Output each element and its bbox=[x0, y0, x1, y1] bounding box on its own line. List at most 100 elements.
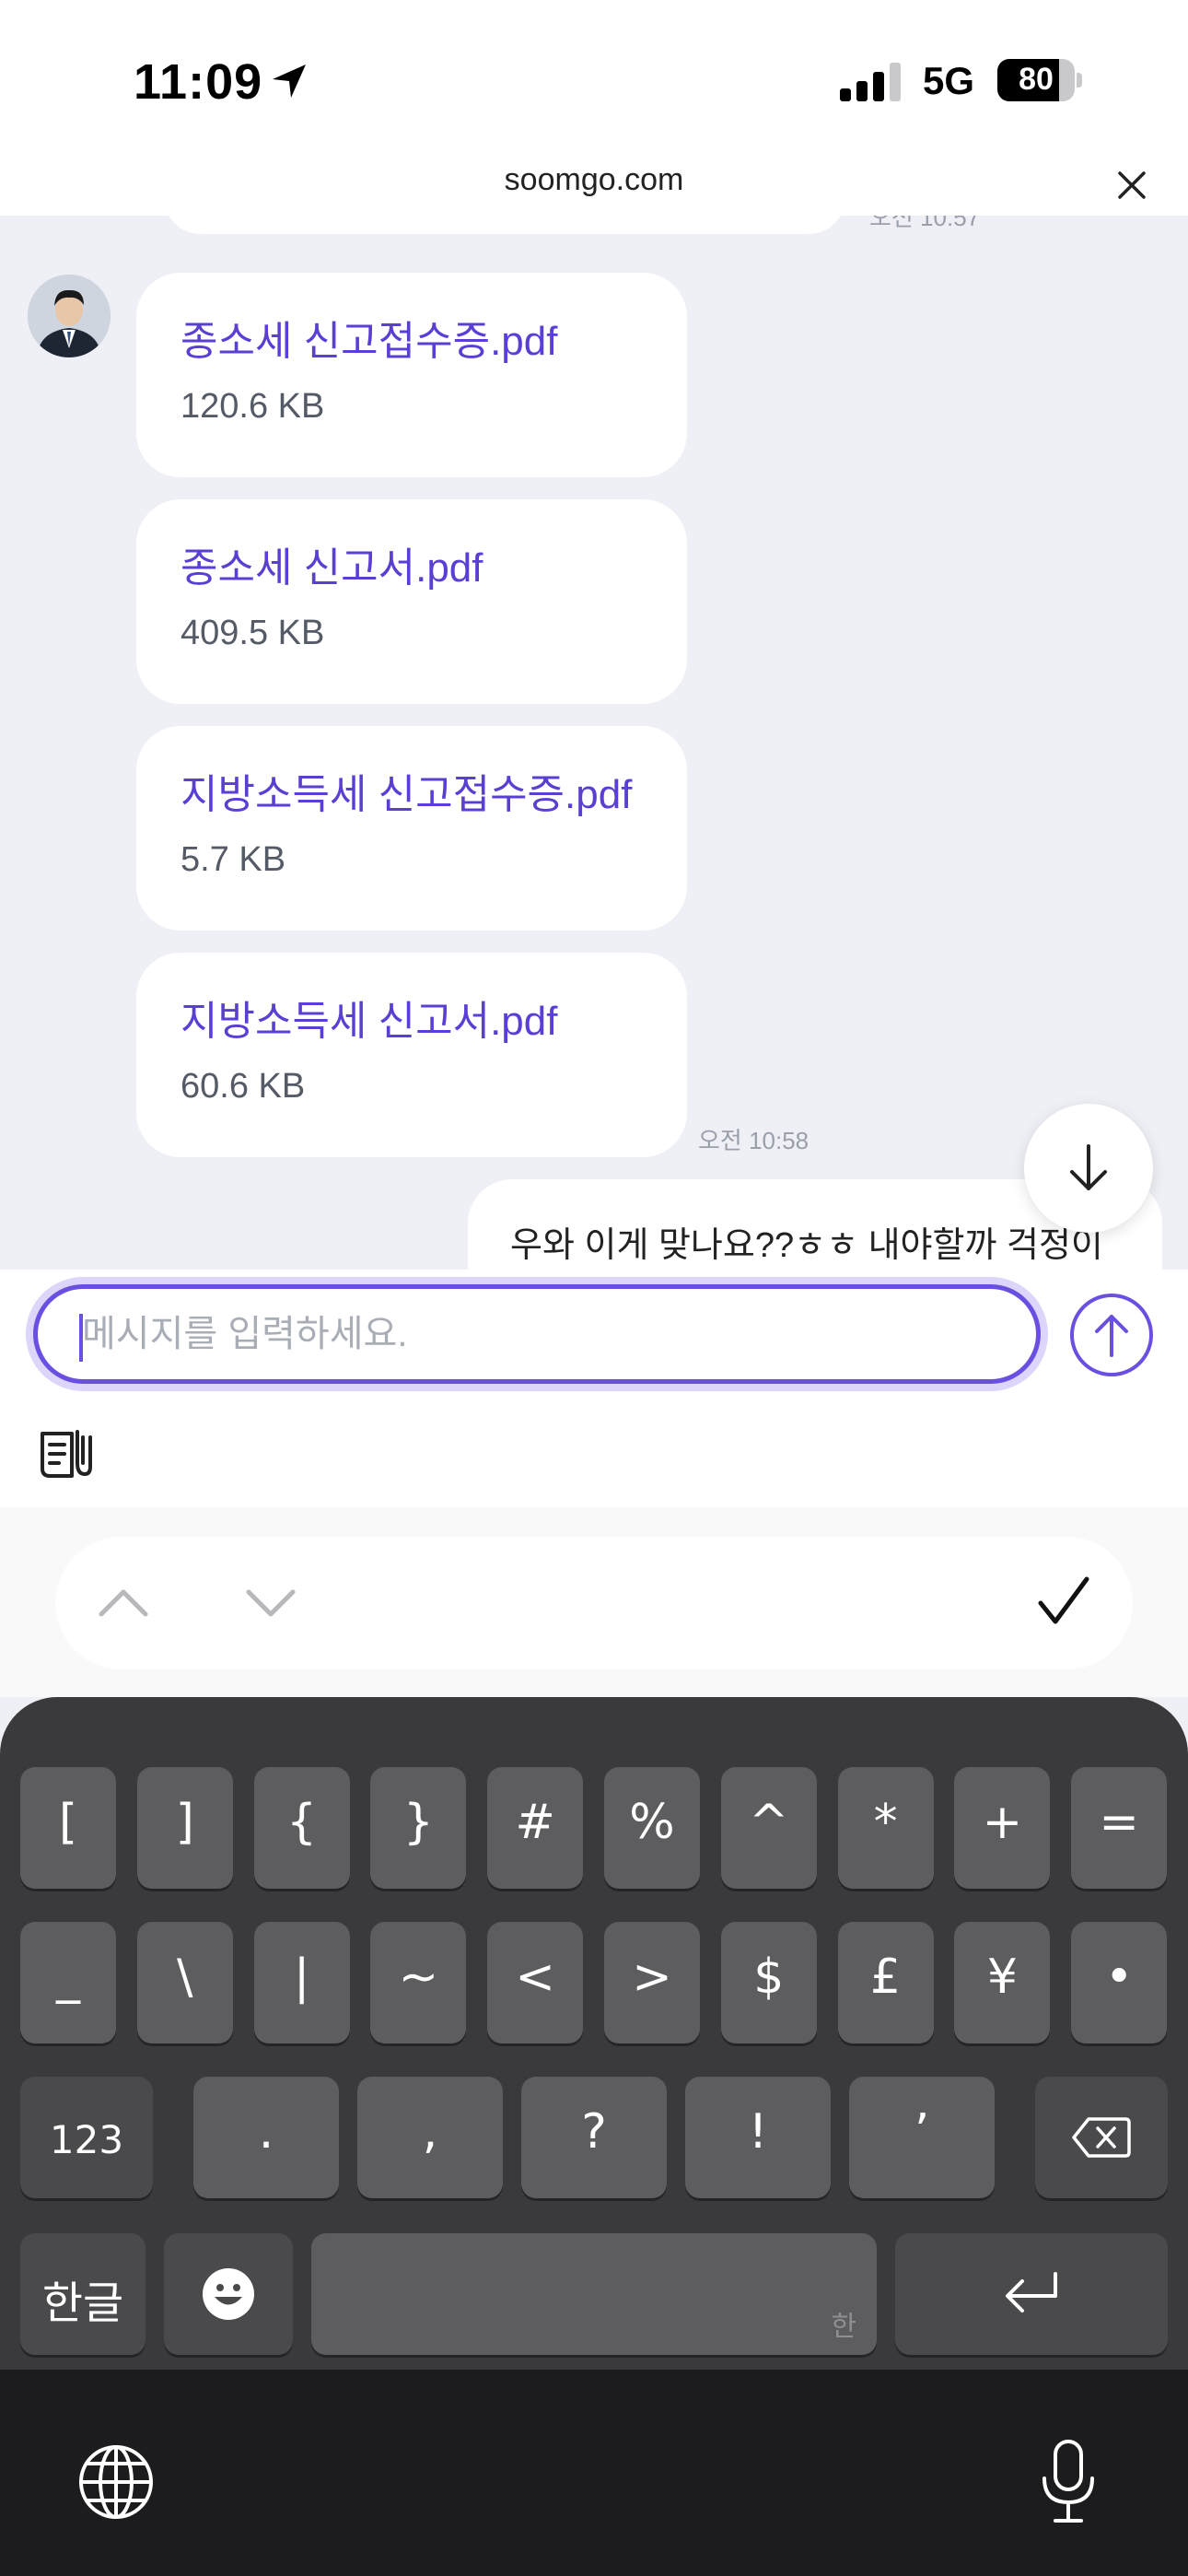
keyboard-key-label: < bbox=[515, 1950, 555, 2005]
keyboard-key[interactable]: > bbox=[604, 1922, 700, 2043]
keyboard-key[interactable]: % bbox=[604, 1767, 700, 1889]
file-message[interactable]: 종소세 신고서.pdf 409.5 KB bbox=[136, 499, 687, 704]
battery-percent: 80 bbox=[1019, 62, 1054, 97]
return-key[interactable] bbox=[895, 2233, 1168, 2355]
browser-url[interactable]: soomgo.com bbox=[0, 162, 1188, 198]
keyboard-key-label: . bbox=[258, 2104, 274, 2160]
keyboard-key-label: } bbox=[402, 1795, 434, 1850]
keyboard-key[interactable]: £ bbox=[837, 1922, 934, 2043]
keyboard-key[interactable]: [ bbox=[20, 1767, 116, 1889]
message-input[interactable] bbox=[33, 1284, 1041, 1384]
cellular-signal-icon bbox=[840, 63, 901, 101]
keyboard-key-label: ~ bbox=[398, 1950, 439, 2005]
file-size: 120.6 KB bbox=[181, 387, 325, 426]
keyboard-key-label: ^ bbox=[749, 1795, 789, 1850]
chat-area[interactable]: 오전 10:57 종소세 신고접수증.pdf 120.6 KB 종소세 신고서.… bbox=[0, 216, 1188, 1270]
status-bar: 11:09 5G 80 bbox=[0, 0, 1188, 157]
language-key[interactable]: 한글 bbox=[20, 2233, 146, 2355]
send-button[interactable] bbox=[1070, 1294, 1153, 1376]
form-navigation-toolbar bbox=[55, 1537, 1133, 1669]
message-time: 오전 10:58 bbox=[698, 1127, 809, 1154]
keyboard-key[interactable]: ^ bbox=[720, 1767, 817, 1889]
keyboard-key-label: = bbox=[1099, 1795, 1139, 1850]
space-key[interactable]: 한 bbox=[311, 2233, 877, 2355]
keyboard-key-label: \ bbox=[177, 1950, 193, 2005]
keyboard-key[interactable]: _ bbox=[20, 1922, 116, 2043]
keyboard-key[interactable]: + bbox=[954, 1767, 1051, 1889]
keyboard-key-label: % bbox=[629, 1795, 675, 1850]
keyboard-key[interactable]: * bbox=[837, 1767, 934, 1889]
previous-message-time: 오전 10:57 bbox=[869, 216, 981, 231]
emoji-icon bbox=[203, 2268, 254, 2320]
keyboard-key-label: £ bbox=[870, 1950, 902, 2005]
microphone-icon[interactable] bbox=[1039, 2438, 1098, 2526]
keyboard-key-label: ? bbox=[581, 2104, 607, 2160]
chevron-up-icon[interactable] bbox=[96, 1579, 151, 1625]
keyboard-key[interactable]: # bbox=[487, 1767, 584, 1889]
keyboard-key[interactable]: ? bbox=[521, 2077, 667, 2198]
keyboard-key-label: | bbox=[293, 1950, 310, 2005]
file-message[interactable]: 지방소득세 신고접수증.pdf 5.7 KB bbox=[136, 726, 687, 931]
keyboard-key[interactable]: . bbox=[193, 2077, 339, 2198]
quote-form-icon[interactable] bbox=[37, 1426, 94, 1483]
file-name-link[interactable]: 종소세 신고서.pdf bbox=[181, 534, 483, 593]
my-message-text: 우와 이게 맞나요??ㅎㅎ 내야할까 걱정이 bbox=[510, 1226, 1103, 1265]
keyboard-key-label: * bbox=[873, 1795, 898, 1850]
battery-icon: 80 bbox=[997, 59, 1082, 101]
text-caret bbox=[79, 1314, 83, 1362]
arrow-down-icon bbox=[1070, 1144, 1107, 1190]
keyboard-key[interactable]: } bbox=[370, 1767, 467, 1889]
emoji-key[interactable] bbox=[164, 2233, 293, 2355]
keyboard-key[interactable]: | bbox=[253, 1922, 350, 2043]
file-message[interactable]: 지방소득세 신고서.pdf 60.6 KB bbox=[136, 953, 687, 1157]
keyboard-key[interactable]: ] bbox=[136, 1767, 233, 1889]
keyboard-key[interactable]: , bbox=[357, 2077, 503, 2198]
keyboard-key-label: $ bbox=[753, 1950, 785, 2005]
keyboard: [] {} #% ^ * + = _ \ | ~ < > $ £ ¥ • 123 .,?! ’ 한글 한 bbox=[0, 1697, 1188, 2576]
keyboard-key[interactable]: ! bbox=[685, 2077, 831, 2198]
file-name-link[interactable]: 지방소득세 신고서.pdf bbox=[181, 988, 557, 1047]
file-name-link[interactable]: 종소세 신고접수증.pdf bbox=[181, 308, 557, 367]
file-name-link[interactable]: 지방소득세 신고접수증.pdf bbox=[181, 761, 632, 820]
network-type: 5G bbox=[923, 59, 975, 102]
keyboard-key-label: , bbox=[422, 2104, 438, 2160]
keyboard-bottom-bar bbox=[0, 2370, 1188, 2576]
keyboard-key-label: _ bbox=[56, 1950, 80, 2005]
close-icon[interactable] bbox=[1116, 170, 1147, 201]
file-size: 409.5 KB bbox=[181, 614, 325, 652]
file-size: 60.6 KB bbox=[181, 1067, 306, 1106]
keyboard-key-label: ¥ bbox=[986, 1950, 1018, 2005]
chevron-down-icon[interactable] bbox=[243, 1579, 298, 1625]
keyboard-key-label: > bbox=[632, 1950, 672, 2005]
keyboard-key-label: ’ bbox=[914, 2104, 930, 2160]
previous-message-bubble bbox=[164, 216, 845, 234]
keyboard-key[interactable]: = bbox=[1071, 1767, 1168, 1889]
keyboard-key[interactable]: ¥ bbox=[954, 1922, 1051, 2043]
file-message[interactable]: 종소세 신고접수증.pdf 120.6 KB bbox=[136, 273, 687, 477]
keyboard-key[interactable]: ’ bbox=[849, 2077, 995, 2198]
keyboard-key[interactable]: \ bbox=[136, 1922, 233, 2043]
keyboard-key-label: ] bbox=[175, 1795, 194, 1850]
location-arrow-icon bbox=[273, 64, 306, 98]
scroll-to-bottom-button[interactable] bbox=[1024, 1104, 1153, 1233]
keyboard-key-label: { bbox=[286, 1795, 318, 1850]
keyboard-key-label: [ bbox=[58, 1795, 78, 1850]
globe-icon[interactable] bbox=[77, 2443, 155, 2521]
keyboard-key[interactable]: < bbox=[487, 1922, 584, 2043]
message-composer bbox=[0, 1270, 1188, 1507]
keyboard-key-label: # bbox=[515, 1795, 555, 1850]
backspace-icon bbox=[1072, 2117, 1131, 2158]
status-time: 11:09 bbox=[134, 54, 263, 110]
keyboard-key[interactable]: ~ bbox=[370, 1922, 467, 2043]
return-icon bbox=[1006, 2272, 1057, 2313]
keyboard-key-label: ! bbox=[748, 2104, 768, 2160]
backspace-key[interactable] bbox=[1035, 2077, 1168, 2198]
keyboard-key[interactable]: $ bbox=[720, 1922, 817, 2043]
numbers-key[interactable]: 123 bbox=[20, 2077, 153, 2198]
keyboard-key[interactable]: • bbox=[1071, 1922, 1168, 2043]
space-key-hint: 한 bbox=[831, 2311, 856, 2343]
checkmark-icon[interactable] bbox=[1035, 1574, 1092, 1629]
keyboard-key[interactable]: { bbox=[253, 1767, 350, 1889]
browser-url-bar: soomgo.com bbox=[0, 157, 1188, 216]
avatar[interactable] bbox=[28, 275, 111, 357]
